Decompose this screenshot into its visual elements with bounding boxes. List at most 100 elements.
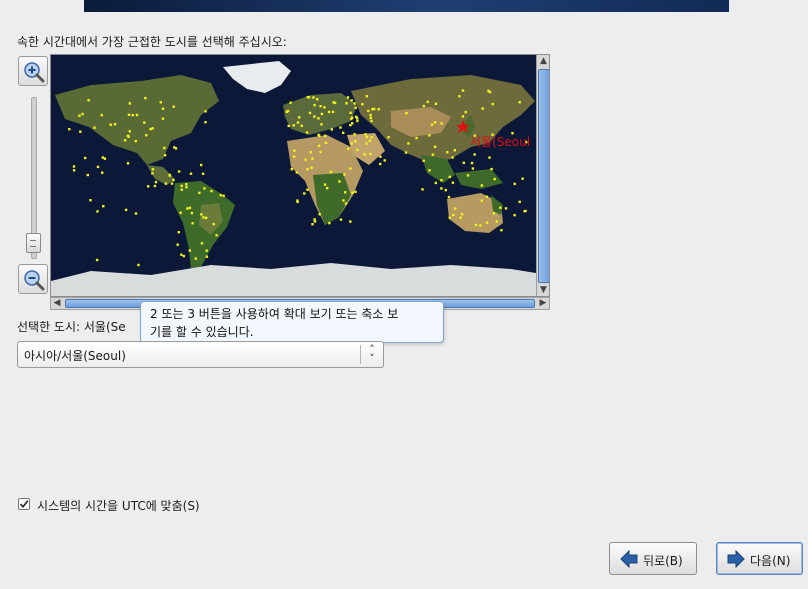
city-dot[interactable] — [480, 199, 483, 202]
city-dot[interactable] — [313, 103, 316, 107]
city-dot[interactable] — [292, 124, 295, 127]
city-dot[interactable] — [185, 183, 188, 186]
city-dot[interactable] — [349, 111, 352, 114]
city-dot[interactable] — [289, 101, 292, 104]
city-dot[interactable] — [493, 177, 496, 181]
city-dot[interactable] — [377, 108, 380, 111]
city-dot[interactable] — [491, 102, 494, 106]
city-dot[interactable] — [143, 121, 146, 124]
city-dot[interactable] — [300, 124, 303, 127]
city-dot[interactable] — [452, 213, 455, 217]
city-dot[interactable] — [495, 220, 498, 223]
city-dot[interactable] — [86, 173, 89, 177]
city-dot[interactable] — [128, 130, 131, 133]
scroll-right-arrow[interactable]: ▶ — [537, 298, 549, 309]
city-dot[interactable] — [205, 255, 209, 258]
city-dot[interactable] — [480, 184, 484, 187]
city-dot[interactable] — [338, 180, 341, 183]
city-dot[interactable] — [202, 216, 205, 219]
city-dot[interactable] — [305, 131, 309, 134]
city-dot[interactable] — [339, 218, 343, 221]
city-dot[interactable] — [79, 130, 82, 133]
next-button[interactable]: 다음(N) — [716, 542, 803, 575]
city-dot[interactable] — [203, 187, 206, 190]
city-dot[interactable] — [365, 95, 369, 98]
city-dot[interactable] — [163, 146, 166, 150]
city-dot[interactable] — [124, 208, 128, 212]
city-dot[interactable] — [172, 179, 175, 182]
city-dot[interactable] — [307, 96, 311, 99]
city-dot[interactable] — [205, 249, 208, 252]
city-dot[interactable] — [354, 190, 357, 193]
city-dot[interactable] — [431, 153, 435, 156]
city-dot[interactable] — [446, 151, 449, 154]
city-dot[interactable] — [313, 218, 316, 221]
city-dot[interactable] — [78, 114, 81, 117]
back-button[interactable]: 뒤로(B) — [609, 542, 697, 575]
city-dot[interactable] — [422, 159, 425, 162]
city-dot[interactable] — [353, 102, 356, 105]
city-dot[interactable] — [151, 172, 154, 175]
city-dot[interactable] — [306, 188, 309, 191]
city-dot[interactable] — [159, 101, 162, 104]
city-dot[interactable] — [405, 112, 408, 115]
city-dot[interactable] — [87, 99, 90, 102]
city-dot[interactable] — [172, 105, 175, 108]
city-dot[interactable] — [313, 115, 316, 118]
city-dot[interactable] — [370, 136, 373, 139]
city-dot[interactable] — [103, 157, 107, 160]
vertical-scroll-thumb[interactable] — [538, 69, 549, 283]
city-dot[interactable] — [285, 110, 288, 113]
city-dot[interactable] — [188, 206, 192, 210]
city-dot[interactable] — [128, 102, 131, 105]
city-dot[interactable] — [189, 172, 193, 175]
city-dot[interactable] — [459, 216, 462, 219]
zoom-out-button[interactable] — [18, 264, 48, 294]
city-dot[interactable] — [176, 243, 179, 246]
city-dot[interactable] — [180, 188, 183, 191]
city-dot[interactable] — [387, 136, 390, 139]
city-dot[interactable] — [326, 186, 329, 190]
city-dot[interactable] — [479, 224, 482, 227]
city-dot[interactable] — [293, 149, 296, 152]
city-dot[interactable] — [185, 186, 188, 189]
city-dot[interactable] — [153, 184, 157, 188]
city-dot[interactable] — [407, 142, 410, 145]
city-dot[interactable] — [481, 107, 484, 110]
city-dot[interactable] — [204, 110, 207, 113]
city-dot[interactable] — [135, 113, 139, 117]
city-dot[interactable] — [327, 110, 331, 114]
city-dot[interactable] — [145, 134, 148, 137]
utc-checkbox[interactable] — [18, 498, 30, 510]
scroll-down-arrow[interactable]: ▼ — [538, 284, 549, 296]
city-dot[interactable] — [430, 123, 434, 126]
city-dot[interactable] — [186, 207, 189, 210]
city-dot[interactable] — [201, 172, 205, 175]
city-dot[interactable] — [330, 128, 333, 131]
city-dot[interactable] — [434, 102, 438, 105]
city-dot[interactable] — [309, 151, 312, 154]
city-dot[interactable] — [353, 133, 356, 136]
city-dot[interactable] — [168, 174, 171, 177]
city-dot[interactable] — [500, 229, 503, 232]
city-dot[interactable] — [151, 127, 154, 130]
city-dot[interactable] — [440, 122, 443, 125]
city-dot[interactable] — [161, 117, 165, 120]
city-dot[interactable] — [485, 195, 489, 198]
city-dot[interactable] — [474, 223, 478, 227]
city-dot[interactable] — [379, 162, 382, 166]
city-dot[interactable] — [296, 199, 299, 202]
city-dot[interactable] — [170, 182, 174, 185]
city-dot[interactable] — [415, 136, 418, 140]
city-dot[interactable] — [470, 161, 474, 165]
city-dot[interactable] — [383, 159, 386, 162]
city-dot[interactable] — [72, 165, 76, 168]
zoom-slider-handle[interactable] — [26, 233, 41, 253]
city-dot[interactable] — [521, 177, 524, 180]
city-dot[interactable] — [296, 121, 300, 124]
city-dot[interactable] — [333, 101, 337, 105]
city-dot[interactable] — [369, 113, 372, 117]
city-dot[interactable] — [354, 106, 357, 110]
city-dot[interactable] — [164, 182, 168, 185]
city-dot[interactable] — [451, 156, 454, 159]
